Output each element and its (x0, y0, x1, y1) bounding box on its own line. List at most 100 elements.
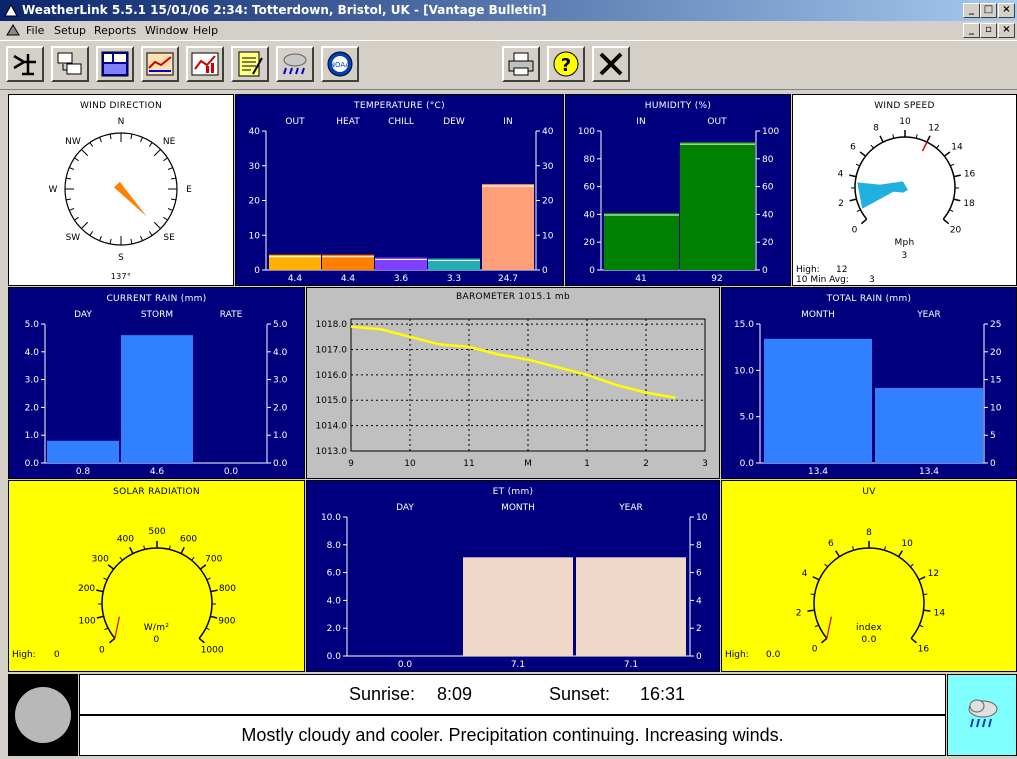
download-button[interactable] (51, 46, 89, 82)
wind-avg-value: 3 (869, 275, 875, 285)
menu-file[interactable]: File (26, 24, 44, 37)
et-chart: 0.02.04.06.08.010.00246810DAY0.0MONTH7.1… (307, 481, 719, 671)
solar-radiation-panel: SOLAR RADIATION 010020030040050060070080… (8, 480, 305, 672)
gauge-tick (108, 565, 114, 569)
bar (47, 441, 119, 463)
gauge-label: 16 (964, 169, 976, 179)
bar (576, 557, 686, 656)
category-label: IN (503, 117, 512, 127)
y-tick-label-right: 20 (542, 197, 554, 207)
weather-icon (280, 50, 310, 78)
bulletin-button[interactable] (96, 46, 134, 82)
y-tick-label-right: 2.0 (273, 403, 288, 413)
menu-setup[interactable]: Setup (54, 24, 86, 37)
gauge-tick (936, 145, 939, 148)
child-minimize-button[interactable]: _ (963, 23, 980, 38)
uv-panel: UV 0246810121416 index 0.0 High: 0.0 (721, 480, 1017, 672)
gauge-label: 0 (812, 645, 818, 655)
solar-value: 0 (9, 635, 304, 645)
bar (121, 335, 193, 463)
station-icon (10, 50, 40, 78)
gauge-tick (850, 199, 857, 201)
temperature-chart: 010203040010203040OUT4.4HEAT4.4CHILL3.6D… (236, 95, 563, 285)
compass-label-ne: NE (163, 137, 176, 147)
gauge-tick (808, 610, 815, 611)
svg-text:?: ? (561, 55, 571, 76)
y-tick-label-right: 5.0 (273, 320, 288, 330)
app-icon (3, 3, 19, 18)
y-tick-label-right: 4 (696, 596, 702, 606)
help-button[interactable]: ? (547, 46, 585, 82)
category-label: YEAR (916, 310, 941, 320)
category-label: DEW (443, 117, 465, 127)
sun-times-panel: Sunrise: 8:09 Sunset: 16:31 (79, 674, 946, 715)
y-tick-label-right: 100 (762, 127, 779, 137)
exit-button[interactable] (592, 46, 630, 82)
wind-speed-panel: WIND SPEED 02468101214161820 Mph 3 High:… (792, 94, 1017, 286)
value-label: 3.3 (447, 274, 461, 284)
y-tick-label-right: 10 (542, 231, 554, 241)
x-tick-label: 2 (643, 459, 649, 469)
solar-unit: W/m² (9, 623, 304, 633)
category-label: DAY (74, 310, 92, 320)
summary-button[interactable] (141, 46, 179, 82)
noaa-icon: NOAA (325, 50, 355, 78)
bar (875, 388, 983, 463)
value-label: 24.7 (498, 274, 518, 284)
gauge-tick (950, 210, 954, 212)
minimize-button[interactable]: _ (963, 3, 980, 18)
gauge-tick (871, 145, 874, 148)
barometer-panel: BAROMETER 1015.1 mb 91011M1231013.01014.… (306, 287, 720, 479)
wind-speed-value: 3 (793, 251, 1016, 261)
category-label: STORM (141, 310, 173, 320)
y-tick-label-right: 25 (990, 320, 1001, 330)
uv-value: 0.0 (722, 635, 1016, 645)
sunrise-value: 8:09 (437, 684, 472, 705)
close-window-button[interactable]: × (998, 3, 1015, 18)
gauge-label: 18 (963, 199, 975, 209)
wind-direction-readout: 137° (9, 272, 233, 281)
child-close-button[interactable]: × (998, 23, 1015, 38)
graph-button[interactable] (186, 46, 224, 82)
y-tick-label-left: 0 (254, 266, 260, 276)
gauge-tick (923, 594, 927, 595)
y-tick-label-right: 0 (762, 266, 768, 276)
uv-unit: index (722, 623, 1016, 633)
print-icon (506, 50, 536, 78)
print-button[interactable] (502, 46, 540, 82)
maximize-button[interactable]: □ (980, 3, 997, 18)
gauge-tick (944, 152, 950, 156)
y-tick-label-left: 0.0 (327, 652, 342, 662)
gauge-tick (919, 577, 925, 580)
y-tick-label-right: 0 (990, 459, 996, 469)
compass-label-se: SE (163, 233, 175, 243)
y-tick-label-left: 0 (589, 266, 595, 276)
y-tick-label: 1013.0 (316, 447, 348, 457)
gauge-label: 16 (918, 645, 930, 655)
category-label: YEAR (618, 503, 643, 513)
station-button[interactable] (6, 46, 44, 82)
child-restore-button[interactable]: ▫ (980, 23, 997, 38)
gauge-tick (943, 219, 948, 223)
menu-window[interactable]: Window (145, 24, 188, 37)
weather-button[interactable] (276, 46, 314, 82)
gauge-label: 300 (92, 555, 109, 565)
y-tick-label-left: 8.0 (327, 541, 342, 551)
gauge-label: 8 (873, 124, 879, 134)
y-tick-label-left: 30 (249, 162, 261, 172)
menu-help[interactable]: Help (193, 24, 218, 37)
gauge-tick (857, 210, 861, 212)
compass-label-n: N (118, 117, 125, 127)
y-tick-label-left: 10.0 (734, 366, 754, 376)
forecast-icon-panel (947, 674, 1017, 756)
y-tick-label-left: 3.0 (25, 376, 40, 386)
notes-button[interactable] (231, 46, 269, 82)
total-rain-panel: TOTAL RAIN (mm) 0.05.010.015.00510152025… (721, 287, 1017, 479)
uv-high-label: High: (725, 650, 749, 660)
y-tick-label-right: 10 (696, 513, 708, 523)
x-tick-label: 9 (348, 459, 354, 469)
menu-reports[interactable]: Reports (94, 24, 136, 37)
category-label: RATE (220, 310, 243, 320)
gauge-label: 14 (951, 142, 963, 152)
noaa-button[interactable]: NOAA (321, 46, 359, 82)
